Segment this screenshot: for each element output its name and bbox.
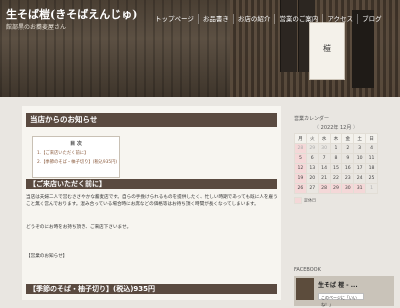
facebook-embed[interactable]: 生そば 榿 - ... このページに「いいね！」 xyxy=(294,276,394,307)
calendar-day: 25 xyxy=(365,173,378,184)
main-nav: トップページ お品書き お店の紹介 営業のご案内 アクセス ブログ xyxy=(151,14,386,24)
calendar-day: 2 xyxy=(341,143,355,154)
nav-access[interactable]: アクセス xyxy=(322,14,357,24)
like-button[interactable]: このページに「いいね！」 xyxy=(318,293,364,307)
calendar-day: 20 xyxy=(305,173,319,184)
calendar-day: 8 xyxy=(329,153,343,164)
calendar-month: 2022年 12月 xyxy=(320,125,352,131)
toc-link[interactable]: 1.【ご来店いただく前に】 xyxy=(37,150,119,156)
toc-title: 目 次 xyxy=(70,141,82,147)
section-heading: 【ご来店いただく前に】 xyxy=(26,179,277,189)
noren-curtain xyxy=(280,0,297,72)
paragraph: 当店は夫婦二人で営むささやかな蕎麦店です。自らの手挽けられるものを提供したく、忙… xyxy=(26,195,278,207)
calendar-grid: 月 火 水 木 金 土 日 28 29 30 1 2 3 4 5 6 7 8 9… xyxy=(294,133,378,194)
calendar-day: 29 xyxy=(329,183,343,194)
site-title[interactable]: 生そば榿(きそばえんじゅ) xyxy=(6,6,137,22)
calendar-day: 22 xyxy=(329,173,343,184)
calendar-day: 6 xyxy=(305,153,319,164)
calendar-day: 16 xyxy=(341,163,355,174)
calendar-day: 1 xyxy=(365,183,378,194)
notice-label: 【営業のお知らせ】 xyxy=(26,254,68,259)
holiday-swatch xyxy=(294,197,302,204)
weekday: 月 xyxy=(294,133,307,144)
calendar-day: 19 xyxy=(294,173,307,184)
calendar-day: 14 xyxy=(317,163,331,174)
calendar-day: 30 xyxy=(317,143,331,154)
calendar-day: 5 xyxy=(294,153,307,164)
calendar-day: 29 xyxy=(305,143,319,154)
calendar-day: 17 xyxy=(353,163,367,174)
facebook-page-name[interactable]: 生そば 榿 - ... xyxy=(318,280,358,289)
calendar-widget-title: 営業カレンダー xyxy=(294,116,330,122)
nav-menu[interactable]: お品書き xyxy=(197,14,233,24)
calendar-day: 3 xyxy=(353,143,367,154)
weekday: 火 xyxy=(305,133,319,144)
calendar-day: 13 xyxy=(305,163,319,174)
table-of-contents: 目 次 1.【ご来店いただく前に】 2.【季節のそば・柚子切り】(税込935円) xyxy=(32,136,120,178)
shop-sign: 榿 xyxy=(309,22,345,80)
main-content: 当店からのお知らせ 目 次 1.【ご来店いただく前に】 2.【季節のそば・柚子切… xyxy=(22,106,281,300)
calendar-day: 11 xyxy=(365,153,378,164)
sidebar: 営業カレンダー 〈 2022年 12月 〉 月 火 水 木 金 土 日 28 2… xyxy=(290,106,400,307)
prev-month-icon[interactable]: 〈 xyxy=(314,125,319,131)
calendar-day: 26 xyxy=(294,183,307,194)
weekday: 土 xyxy=(353,133,367,144)
calendar-day: 31 xyxy=(353,183,367,194)
nav-about[interactable]: お店の紹介 xyxy=(232,14,275,24)
weekday: 水 xyxy=(317,133,331,144)
calendar-day: 28 xyxy=(294,143,307,154)
section-heading: 【季節のそば・柚子切り】(税込)935円 xyxy=(26,284,277,294)
calendar-day: 10 xyxy=(353,153,367,164)
calendar-day: 12 xyxy=(294,163,307,174)
site-description: 館部黒のお蕎麦屋さん xyxy=(6,24,67,31)
paragraph: どうぞのにお時をお持ち頂き、ご来店下さいませ。 xyxy=(26,225,132,230)
calendar-day: 7 xyxy=(317,153,331,164)
nav-hours[interactable]: 営業のご案内 xyxy=(274,14,322,24)
weekday: 日 xyxy=(365,133,378,144)
calendar-day: 28 xyxy=(317,183,331,194)
weekday: 金 xyxy=(341,133,355,144)
calendar-day: 24 xyxy=(353,173,367,184)
calendar-day: 18 xyxy=(365,163,378,174)
page-title: 当店からのお知らせ xyxy=(26,113,277,127)
weekday: 木 xyxy=(329,133,343,144)
facebook-widget-title: FACEBOOK xyxy=(294,267,321,273)
calendar-day: 21 xyxy=(317,173,331,184)
calendar-day: 9 xyxy=(341,153,355,164)
nav-top[interactable]: トップページ xyxy=(151,14,198,24)
next-month-icon[interactable]: 〉 xyxy=(353,125,358,131)
page-thumbnail xyxy=(296,278,314,300)
business-calendar: 〈 2022年 12月 〉 月 火 水 木 金 土 日 28 29 30 1 2… xyxy=(294,124,378,204)
calendar-day: 4 xyxy=(365,143,378,154)
calendar-header: 〈 2022年 12月 〉 xyxy=(294,124,378,133)
calendar-day: 23 xyxy=(341,173,355,184)
nav-blog[interactable]: ブログ xyxy=(357,14,386,24)
header-hero: 榿 生そば榿(きそばえんじゅ) 館部黒のお蕎麦屋さん トップページ お品書き お… xyxy=(0,0,400,97)
calendar-day: 30 xyxy=(341,183,355,194)
calendar-day: 15 xyxy=(329,163,343,174)
calendar-day: 1 xyxy=(329,143,343,154)
toc-link[interactable]: 2.【季節のそば・柚子切り】(税込935円) xyxy=(37,159,119,165)
legend-label: 定休日 xyxy=(304,197,316,203)
calendar-legend: 定休日 xyxy=(294,197,378,204)
calendar-day: 27 xyxy=(305,183,319,194)
